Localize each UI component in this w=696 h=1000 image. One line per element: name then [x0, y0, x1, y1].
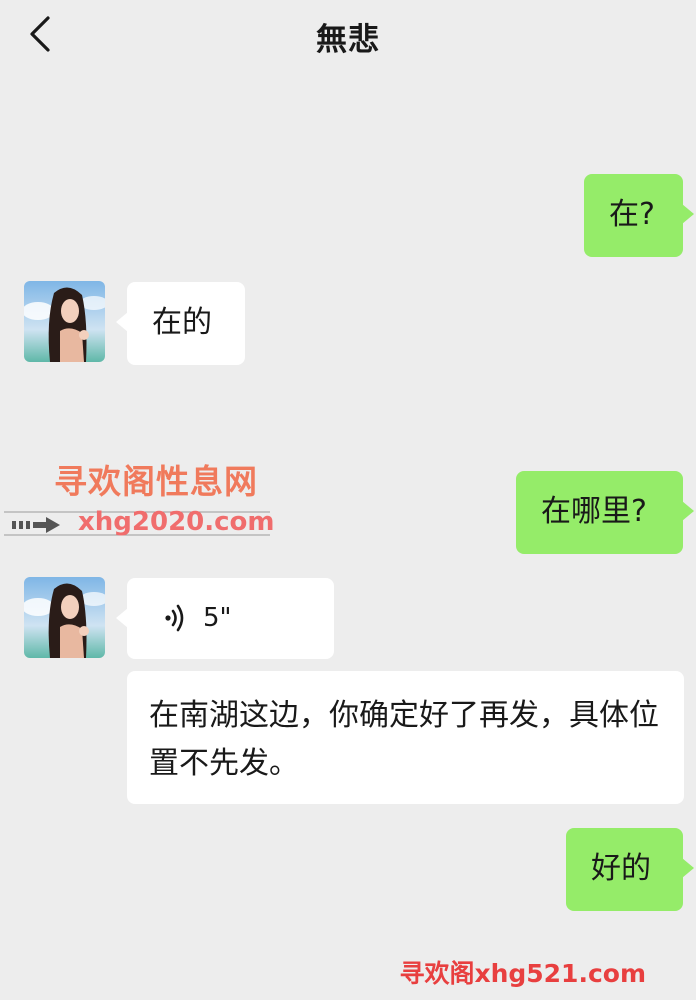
avatar-image	[24, 577, 105, 658]
voice-wave-icon	[165, 604, 184, 632]
chat-title: 無悲	[316, 22, 380, 58]
contact-avatar[interactable]	[24, 577, 105, 658]
message-bubble-received[interactable]: 在南湖这边，你确定好了再发，具体位置不先发。	[127, 671, 684, 804]
bubble-tail	[682, 501, 694, 521]
message-bubble-sent[interactable]: 在?	[584, 174, 694, 257]
voice-message-bubble[interactable]: 5"	[116, 578, 334, 659]
chat-header: 無悲	[0, 0, 696, 70]
message-bubble-received[interactable]: 在的	[116, 282, 245, 365]
message-text: 在?	[609, 197, 655, 232]
bubble-tail	[116, 608, 128, 628]
message-bubble-sent[interactable]: 在哪里?	[516, 471, 694, 554]
watermark-site-name: 寻欢阁性息网	[54, 462, 258, 501]
message-text: 在南湖这边，你确定好了再发，具体位置不先发。	[149, 698, 659, 781]
avatar-image	[24, 281, 105, 362]
watermark-url: xhg2020.com	[78, 507, 275, 537]
bubble-tail	[682, 204, 694, 224]
message-text: 在的	[152, 305, 212, 340]
bubble-tail	[682, 858, 694, 878]
watermark-overlay: 寻欢阁性息网 xhg2020.com	[0, 455, 280, 550]
voice-duration: 5"	[203, 603, 232, 633]
watermark-bottom: 寻欢阁xhg521.com	[399, 959, 646, 988]
contact-avatar[interactable]	[24, 281, 105, 362]
message-bubble-sent[interactable]: 好的	[566, 828, 694, 911]
message-text: 好的	[591, 851, 651, 886]
bubble-tail	[116, 312, 128, 332]
message-text: 在哪里?	[541, 494, 647, 529]
